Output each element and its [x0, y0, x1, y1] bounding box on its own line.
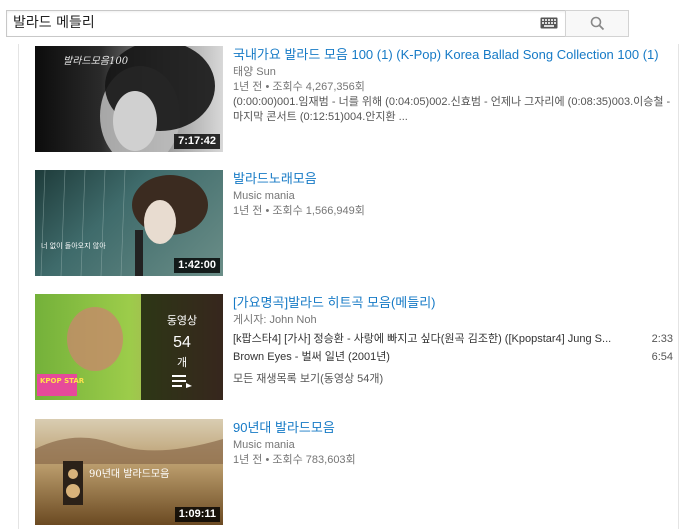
view-full-playlist-link[interactable]: 모든 재생목록 보기(동영상 54개): [233, 370, 673, 388]
channel-name[interactable]: Music mania: [233, 189, 673, 204]
video-thumbnail[interactable]: 너 없이 돌아오지 않아 1:42:00: [35, 170, 223, 276]
playlist-count: 54: [173, 334, 191, 351]
search-icon: [590, 16, 605, 31]
channel-name[interactable]: 게시자: John Noh: [233, 313, 673, 328]
search-button[interactable]: [565, 10, 629, 37]
playlist-thumbnail[interactable]: KPOP STAR 동영상 54 개: [35, 294, 223, 400]
playlist-unit: 개: [176, 357, 188, 369]
search-bar: 발라드 메들리: [0, 0, 690, 44]
thumbnail-text: 90년대 발라드모음: [89, 468, 169, 480]
playlist-result[interactable]: KPOP STAR 동영상 54 개 [가요명곡]발라드 히트곡 모음(메들리)…: [35, 294, 675, 400]
channel-name[interactable]: 태양 Sun: [233, 65, 673, 80]
playlist-item-duration: 6:54: [651, 351, 673, 363]
video-result[interactable]: 90년대 발라드모음 1:09:11 90년대 발라드모음 Music mani…: [35, 419, 675, 525]
channel-name[interactable]: Music mania: [233, 438, 673, 453]
playlist-title[interactable]: [가요명곡]발라드 히트곡 모음(메들리): [233, 294, 673, 312]
video-duration: 1:42:00: [174, 258, 220, 273]
thumbnail-text: 발라드모음100: [63, 55, 129, 67]
video-meta: 1년 전 • 조회수 4,267,356회: [233, 81, 365, 93]
thumbnail-text: KPOP STAR: [40, 377, 85, 385]
video-duration: 1:09:11: [174, 507, 220, 522]
video-title[interactable]: 국내가요 발라드 모음 100 (1) (K-Pop) Korea Ballad…: [233, 46, 673, 64]
playlist-item-title[interactable]: Brown Eyes - 벌써 일년 (2001년): [233, 348, 633, 366]
playlist-item-title[interactable]: [k팝스타4] [가사] 정승환 - 사랑에 빠지고 싶다(원곡 김조한) ([…: [233, 330, 633, 348]
video-meta: 1년 전 • 조회수 1,566,949회: [233, 205, 365, 217]
video-result[interactable]: 발라드모음100 7:17:42 국내가요 발라드 모음 100 (1) (K-…: [35, 46, 675, 152]
video-title[interactable]: 발라드노래모음: [233, 170, 673, 188]
playlist-item-duration: 2:33: [651, 333, 673, 345]
video-thumbnail[interactable]: 발라드모음100 7:17:42: [35, 46, 223, 152]
video-description: (0:00:00)001.임재범 - 너를 위해 (0:04:05)002.신효…: [233, 96, 671, 123]
content-border-right: [678, 44, 679, 529]
video-thumbnail[interactable]: 90년대 발라드모음 1:09:11: [35, 419, 223, 525]
keyboard-icon[interactable]: [540, 17, 558, 29]
content-border-left: [18, 44, 19, 529]
playlist-item[interactable]: Brown Eyes - 벌써 일년 (2001년) 6:54: [233, 348, 673, 366]
video-result[interactable]: 너 없이 돌아오지 않아 1:42:00 발라드노래모음 Music mania…: [35, 170, 675, 276]
video-meta: 1년 전 • 조회수 783,603회: [233, 454, 356, 466]
search-input[interactable]: 발라드 메들리: [6, 10, 566, 37]
playlist-icon: [172, 375, 192, 388]
playlist-item[interactable]: [k팝스타4] [가사] 정승환 - 사랑에 빠지고 싶다(원곡 김조한) ([…: [233, 330, 673, 348]
video-duration: 7:17:42: [174, 134, 220, 149]
video-title[interactable]: 90년대 발라드모음: [233, 419, 673, 437]
playlist-count-overlay: 동영상 54 개: [141, 294, 223, 400]
thumbnail-text: 너 없이 돌아오지 않아: [41, 241, 106, 250]
playlist-label: 동영상: [166, 315, 198, 327]
